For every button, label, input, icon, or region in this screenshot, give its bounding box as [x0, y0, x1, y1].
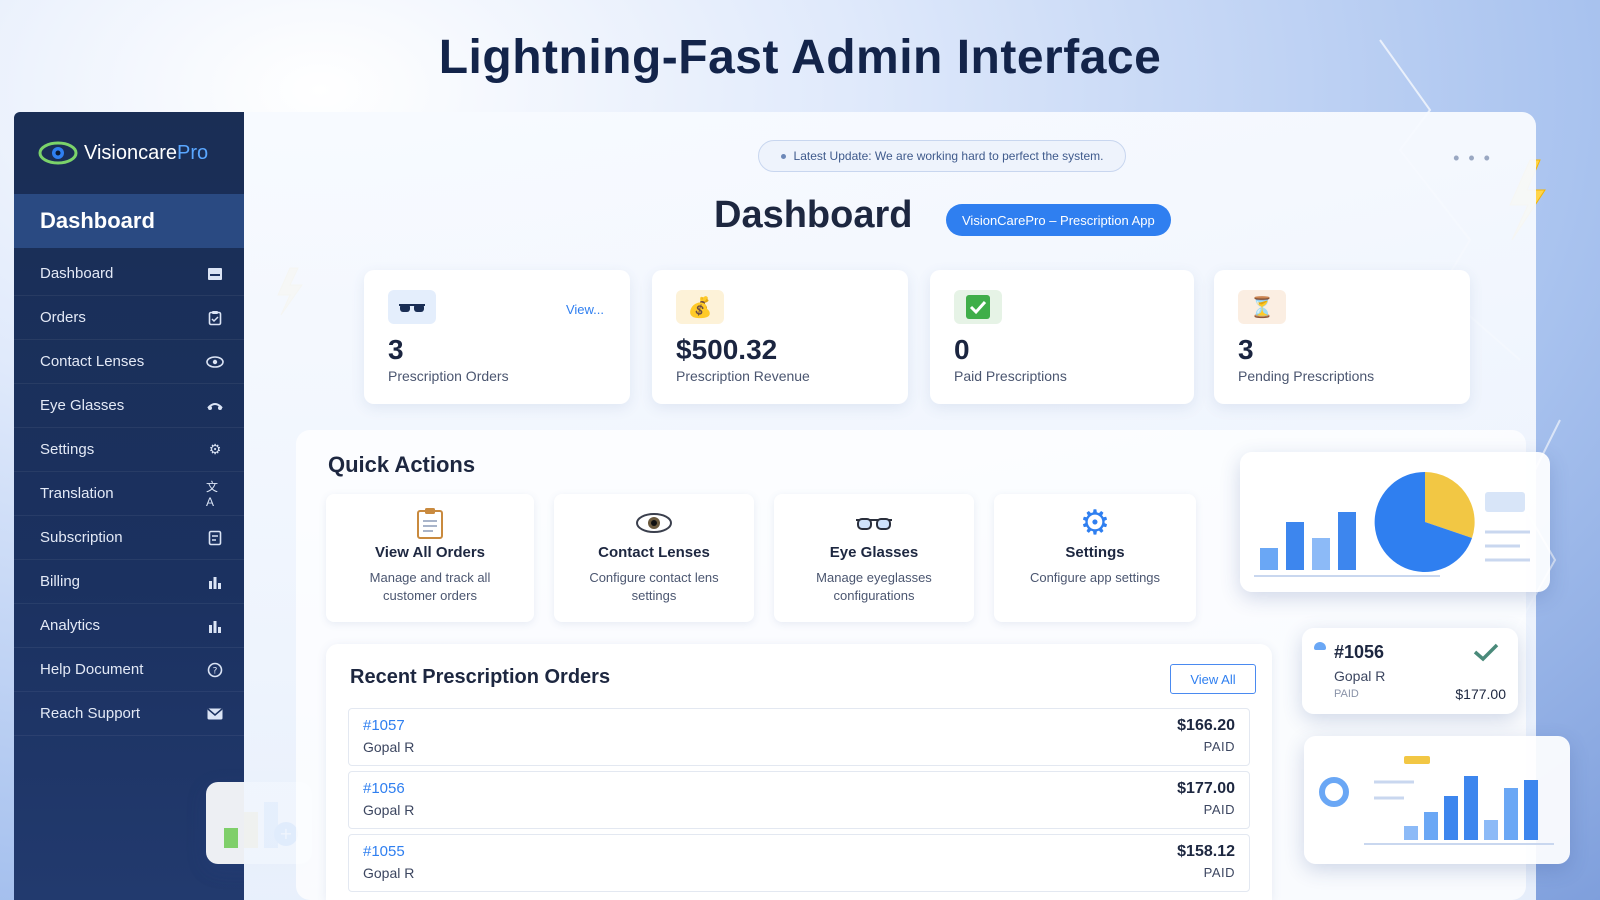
recent-orders-title: Recent Prescription Orders [350, 666, 611, 688]
order-status: PAID [1203, 865, 1235, 880]
help-icon: ? [206, 661, 224, 679]
sidebar-item-translation[interactable]: Translation 文A [14, 472, 244, 516]
clipboard-icon [206, 309, 224, 327]
stat-card-pending-prescriptions[interactable]: ⏳ 3 Pending Prescriptions [1214, 270, 1470, 404]
mail-icon [206, 705, 224, 723]
subscription-icon [206, 529, 224, 547]
eye-logo-icon [38, 141, 78, 165]
stat-value: 3 [1238, 334, 1254, 365]
latest-update-banner[interactable]: Latest Update: We are working hard to pe… [758, 140, 1126, 172]
order-id-link[interactable]: #1057 [363, 717, 405, 734]
sidebar-item-billing[interactable]: Billing [14, 560, 244, 604]
sidebar-item-help-document[interactable]: Help Document? [14, 648, 244, 692]
quick-action-title: Contact Lenses [598, 544, 710, 561]
translate-icon: 文A [206, 480, 219, 509]
money-bag-icon: 💰 [676, 290, 724, 324]
bar-chart-widget [1304, 736, 1570, 864]
stat-card-paid-prescriptions[interactable]: 0 Paid Prescriptions [930, 270, 1194, 404]
glasses-icon [388, 290, 436, 324]
stat-card-prescription-revenue[interactable]: 💰 $500.32 Prescription Revenue [652, 270, 908, 404]
order-status: PAID [1203, 739, 1235, 754]
glasses-icon [774, 506, 974, 540]
page-title: Dashboard [714, 194, 913, 236]
sidebar-item-eye-glasses[interactable]: Eye Glasses [14, 384, 244, 428]
floating-order-card: #1056 Gopal R PAID $177.00 [1302, 628, 1518, 714]
quick-action-desc: Configure app settings [1029, 570, 1161, 585]
sidebar-title: Dashboard [14, 194, 244, 248]
table-row[interactable]: #1055 Gopal R $158.12 PAID [348, 834, 1250, 892]
order-amount: $177.00 [1177, 780, 1235, 797]
hourglass-icon: ⏳ [1238, 290, 1286, 324]
stat-value: $500.32 [676, 334, 778, 365]
sidebar-item-contact-lenses[interactable]: Contact Lenses [14, 340, 244, 384]
stat-value: 3 [388, 334, 404, 365]
order-amount: $158.12 [1177, 843, 1235, 860]
brand-logo[interactable]: VisioncarePro [14, 112, 244, 194]
stat-card-prescription-orders[interactable]: View... 3 Prescription Orders [364, 270, 630, 404]
recent-orders-panel: Recent Prescription Orders View All #105… [326, 644, 1272, 900]
eye-icon [206, 353, 224, 371]
bar-chart-illustration-icon [1319, 756, 1554, 845]
quick-action-desc: Manage eyeglasses configurations [816, 570, 932, 603]
sidebar-item-dashboard[interactable]: Dashboard [14, 252, 244, 296]
quick-actions-title: Quick Actions [328, 452, 476, 477]
quick-action-title: Eye Glasses [829, 544, 919, 561]
stat-label: Pending Prescriptions [1238, 368, 1375, 384]
floating-order-status: PAID [1334, 688, 1359, 700]
brand-name: VisioncarePro [84, 141, 209, 164]
sidebar-item-analytics[interactable]: Analytics [14, 604, 244, 648]
gear-icon: ⚙ [208, 441, 222, 457]
analytics-illustration-icon [1254, 471, 1530, 577]
floating-order-customer: Gopal R [1334, 668, 1386, 684]
eye-icon [554, 506, 754, 540]
order-id-link[interactable]: #1056 [363, 780, 405, 797]
quick-action-view-all-orders[interactable]: View All Orders Manage and track all cus… [326, 494, 534, 622]
app-badge[interactable]: VisionCarePro – Prescription App [946, 204, 1171, 236]
more-options-icon[interactable]: • • • [1453, 148, 1492, 169]
view-all-button[interactable]: View All [1170, 664, 1256, 694]
stat-label: Prescription Orders [388, 368, 509, 384]
order-status: PAID [1203, 802, 1235, 817]
sidebar-item-subscription[interactable]: Subscription [14, 516, 244, 560]
bullet-icon [780, 153, 786, 159]
stat-value: 0 [954, 334, 970, 365]
sidebar-item-settings[interactable]: Settings ⚙ [14, 428, 244, 472]
sidebar-item-orders[interactable]: Orders [14, 296, 244, 340]
table-row[interactable]: #1056 Gopal R $177.00 PAID [348, 771, 1250, 829]
quick-action-settings[interactable]: ⚙ Settings Configure app settings [994, 494, 1196, 622]
check-icon [954, 290, 1002, 324]
glasses-icon [206, 397, 224, 415]
bar-chart-icon [206, 573, 224, 591]
page-headline: Lightning-Fast Admin Interface [438, 31, 1162, 84]
order-amount: $166.20 [1177, 717, 1235, 734]
table-row[interactable]: #1057 Gopal R $166.20 PAID [348, 708, 1250, 766]
stat-label: Prescription Revenue [676, 368, 810, 384]
order-id-link[interactable]: #1055 [363, 843, 405, 860]
quick-action-title: Settings [1065, 544, 1125, 561]
quick-action-title: View All Orders [374, 544, 486, 561]
dashboard-icon [206, 265, 224, 283]
floating-order-id: #1056 [1334, 642, 1385, 662]
bar-chart-icon [206, 617, 224, 635]
order-customer: Gopal R [363, 865, 415, 881]
quick-action-desc: Configure contact lens settings [589, 570, 719, 603]
view-orders-link[interactable]: View... [566, 302, 604, 317]
floating-order-amount: $177.00 [1455, 686, 1506, 702]
order-customer: Gopal R [363, 739, 415, 755]
analytics-chart-widget [1240, 452, 1550, 592]
sidebar-nav: Dashboard Orders Contact Lenses Eye Glas… [14, 248, 244, 736]
quick-action-eye-glasses[interactable]: Eye Glasses Manage eyeglasses configurat… [774, 494, 974, 622]
order-customer: Gopal R [363, 802, 415, 818]
quick-action-desc: Manage and track all customer orders [369, 570, 491, 603]
gear-icon: ⚙ [1079, 504, 1111, 542]
stat-label: Paid Prescriptions [954, 368, 1067, 384]
clipboard-icon [326, 506, 534, 540]
svg-text:?: ? [213, 666, 218, 676]
pin-icon [1314, 642, 1326, 650]
sidebar-item-reach-support[interactable]: Reach Support [14, 692, 244, 736]
checkmark-icon [1473, 643, 1499, 662]
quick-action-contact-lenses[interactable]: Contact Lenses Configure contact lens se… [554, 494, 754, 622]
